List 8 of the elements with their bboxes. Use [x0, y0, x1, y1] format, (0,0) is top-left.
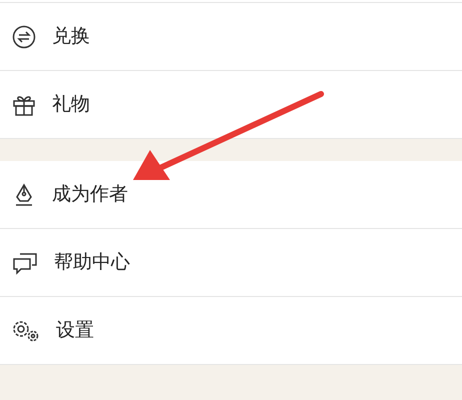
- chat-bubbles-icon: [12, 250, 38, 274]
- menu-label: 礼物: [52, 92, 90, 118]
- gears-icon: [12, 318, 40, 342]
- menu-label: 设置: [56, 318, 94, 344]
- exchange-icon: [12, 24, 36, 48]
- menu-label: 成为作者: [52, 182, 128, 208]
- menu-label: 帮助中心: [54, 250, 130, 276]
- menu-label: 兑换: [52, 24, 90, 50]
